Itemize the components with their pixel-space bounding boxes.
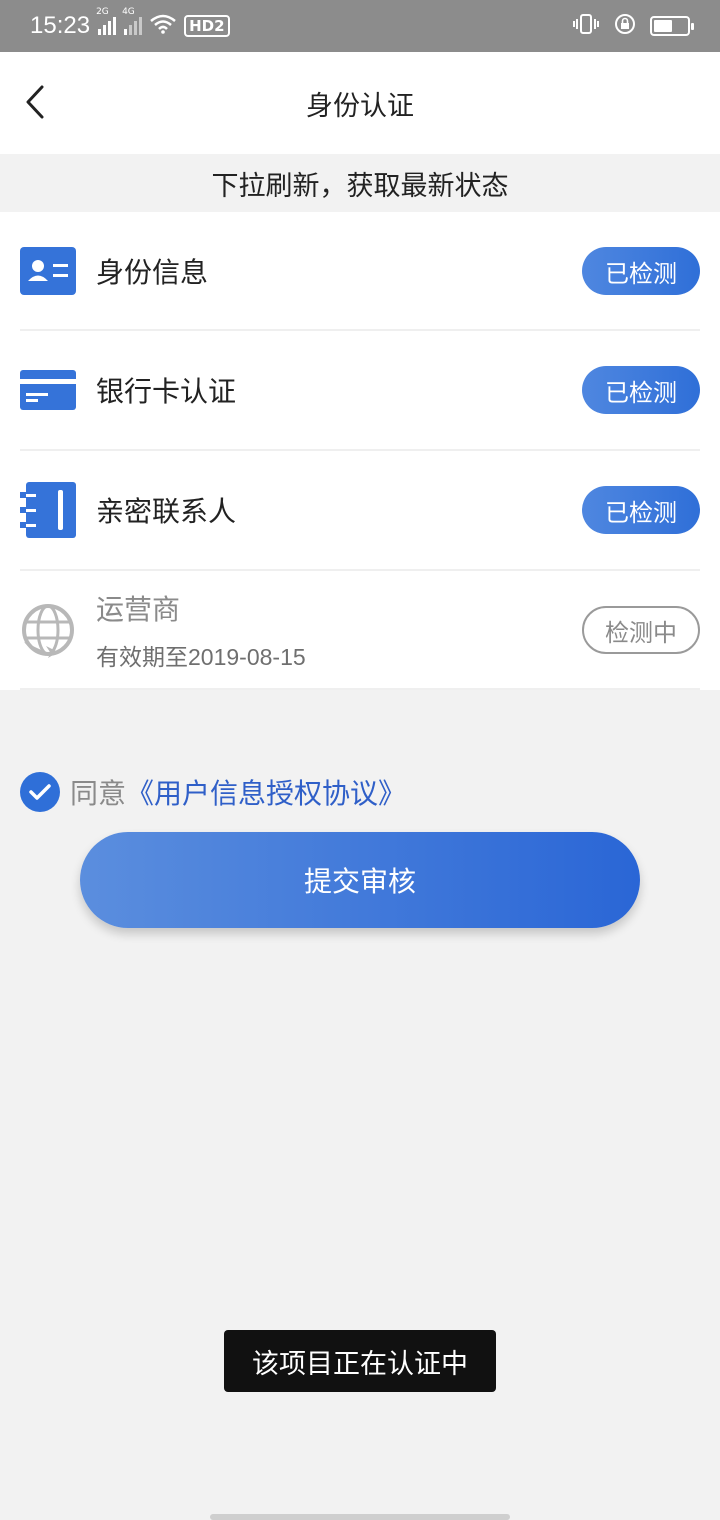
item-label: 银行卡认证 — [96, 375, 237, 408]
status-badge[interactable]: 检测中 — [582, 606, 700, 654]
list-item-identity[interactable]: 身份信息 已检测 — [20, 212, 700, 330]
submit-button[interactable]: 提交审核 — [80, 832, 640, 928]
list-item-bank-card[interactable]: 银行卡认证 已检测 — [20, 331, 700, 449]
item-validity: 有效期至2019-08-15 — [96, 644, 306, 670]
status-badge[interactable]: 已检测 — [582, 247, 700, 295]
chevron-left-icon — [26, 85, 44, 119]
checkmark-icon — [29, 784, 51, 800]
item-label: 亲密联系人 — [96, 495, 237, 528]
network-type-2: 4G — [122, 7, 135, 17]
globe-refresh-icon — [20, 602, 76, 658]
item-text: 亲密联系人 — [96, 490, 582, 530]
agree-prefix: 同意 — [70, 777, 127, 810]
vibrate-icon — [572, 13, 600, 39]
battery-icon — [650, 16, 694, 36]
agree-checkbox[interactable] — [20, 772, 60, 812]
status-badge[interactable]: 已检测 — [582, 366, 700, 414]
page-title: 身份认证 — [306, 90, 414, 122]
wifi-icon — [150, 14, 176, 38]
list-item-carrier[interactable]: 运营商 有效期至2019-08-15 检测中 — [20, 571, 700, 689]
verification-list: 身份信息 已检测 银行卡认证 已检测 亲密联系人 已检测 运营商 有效期至201… — [0, 212, 720, 690]
status-bar: 15:23 2G 4G HD2 — [0, 0, 720, 52]
contact-book-icon — [20, 482, 76, 538]
network-type-1: 2G — [96, 7, 109, 17]
back-button[interactable] — [14, 82, 54, 122]
rotation-lock-icon — [614, 13, 636, 39]
home-indicator[interactable] — [210, 1514, 510, 1520]
id-card-icon — [20, 243, 76, 299]
refresh-hint: 下拉刷新，获取最新状态 — [0, 154, 720, 212]
agreement-row: 同意 《用户信息授权协议》 — [20, 772, 406, 812]
item-text: 银行卡认证 — [96, 370, 582, 410]
item-label: 身份信息 — [96, 256, 209, 289]
signal-icon: 2G — [96, 7, 117, 35]
status-time: 15:23 — [30, 12, 91, 39]
app-header: 身份认证 — [0, 52, 720, 154]
toast-message: 该项目正在认证中 — [224, 1330, 496, 1392]
hd-icon: HD2 — [184, 15, 230, 37]
divider — [20, 688, 700, 690]
list-item-contacts[interactable]: 亲密联系人 已检测 — [20, 451, 700, 569]
status-left: 15:23 2G 4G HD2 — [30, 7, 230, 40]
bank-card-icon — [20, 362, 76, 418]
item-text: 身份信息 — [96, 251, 582, 291]
item-label: 运营商 — [96, 593, 181, 626]
agreement-link[interactable]: 《用户信息授权协议》 — [126, 772, 406, 812]
status-right — [572, 13, 694, 39]
status-badge[interactable]: 已检测 — [582, 486, 700, 534]
item-text: 运营商 有效期至2019-08-15 — [96, 588, 582, 672]
signal-icon-2: 4G — [122, 7, 143, 35]
